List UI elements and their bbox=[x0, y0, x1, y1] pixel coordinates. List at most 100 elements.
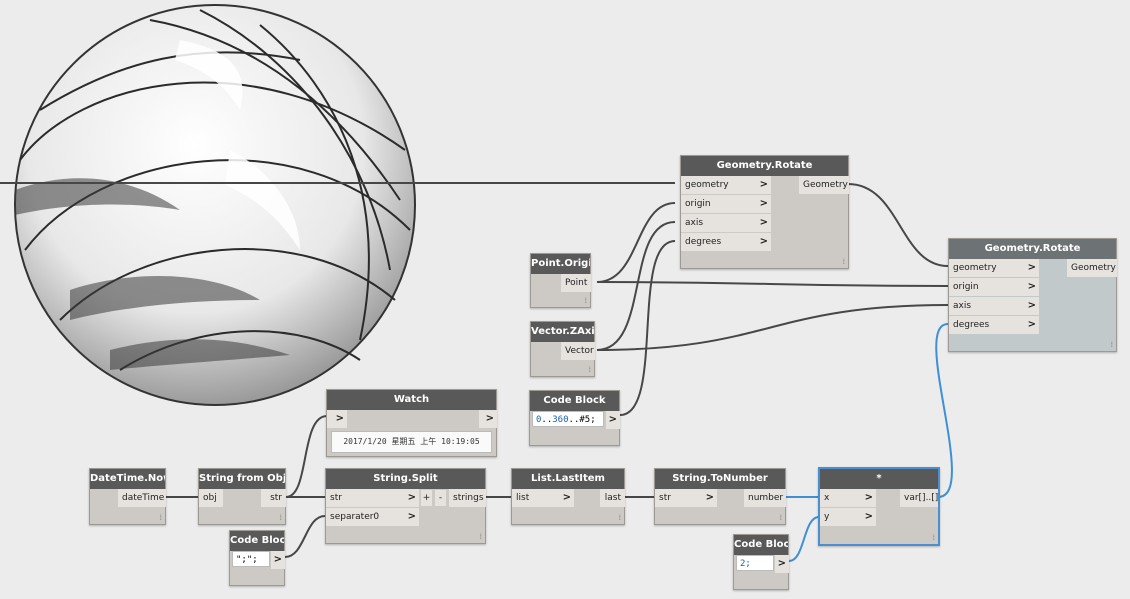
input-port[interactable]: > bbox=[327, 410, 347, 428]
add-input-button[interactable]: + bbox=[421, 490, 432, 506]
output-port-last[interactable]: last bbox=[600, 489, 625, 507]
chevron-right-icon: > bbox=[705, 492, 714, 503]
output-port[interactable]: > bbox=[479, 410, 497, 428]
chevron-right-icon: > bbox=[759, 198, 768, 209]
wire-code2-to-split[interactable] bbox=[284, 515, 326, 558]
input-port-degrees[interactable]: degrees > bbox=[681, 233, 771, 251]
node-title: Point.Origin bbox=[531, 254, 590, 274]
input-port-x[interactable]: x > bbox=[820, 489, 876, 507]
node-title: Code Block bbox=[734, 535, 788, 555]
resize-grip-icon[interactable]: ⁞ bbox=[1110, 340, 1113, 349]
output-port-geometry[interactable]: Geometry bbox=[1067, 259, 1117, 277]
wire-vector-to-rotate2-axis[interactable] bbox=[596, 304, 949, 351]
input-port-list[interactable]: list > bbox=[512, 489, 574, 507]
output-port[interactable]: > bbox=[271, 551, 285, 569]
output-port-str[interactable]: str bbox=[261, 489, 286, 507]
node-multiply[interactable]: * x > y > var[]..[] ⁞ bbox=[818, 467, 940, 546]
input-port-axis[interactable]: axis > bbox=[681, 214, 771, 232]
output-port-point[interactable]: Point bbox=[561, 274, 591, 292]
resize-grip-icon[interactable]: ⁞ bbox=[584, 296, 587, 305]
node-datetime-now[interactable]: DateTime.Now dateTime ⁞ bbox=[89, 468, 166, 525]
input-port-axis[interactable]: axis > bbox=[949, 297, 1039, 315]
input-port-separator[interactable]: separater0 > bbox=[326, 508, 419, 526]
code-editor[interactable]: 0..360..#5; bbox=[532, 411, 604, 427]
input-port-obj[interactable]: obj bbox=[199, 489, 223, 507]
chevron-right-icon: > bbox=[864, 492, 873, 503]
chevron-right-icon: > bbox=[407, 511, 416, 522]
resize-grip-icon[interactable]: ⁞ bbox=[279, 513, 282, 522]
node-vector-zaxis[interactable]: Vector.ZAxis Vector ⁞ bbox=[530, 321, 595, 377]
node-geometry-rotate-1[interactable]: Geometry.Rotate geometry > origin > axis > … bbox=[680, 155, 849, 269]
node-string-from-object[interactable]: String from Object obj str ⁞ bbox=[198, 468, 286, 525]
chevron-right-icon: > bbox=[864, 511, 873, 522]
chevron-right-icon: > bbox=[608, 414, 617, 425]
resize-grip-icon[interactable]: ⁞ bbox=[779, 513, 782, 522]
chevron-right-icon: > bbox=[759, 217, 768, 228]
output-port-datetime[interactable]: dateTime bbox=[118, 489, 166, 507]
resize-grip-icon[interactable]: ⁞ bbox=[618, 513, 621, 522]
node-title: Geometry.Rotate bbox=[949, 239, 1116, 259]
input-port-origin[interactable]: origin > bbox=[681, 195, 771, 213]
output-port-vector[interactable]: Vector bbox=[561, 342, 595, 360]
node-list-lastitem[interactable]: List.LastItem list > last ⁞ bbox=[511, 468, 625, 525]
node-watch[interactable]: Watch > > 2017/1/20 星期五 上午 10:19:05 bbox=[326, 389, 497, 457]
code-editor[interactable]: 2; bbox=[736, 555, 774, 571]
output-port-geometry[interactable]: Geometry bbox=[799, 176, 849, 194]
node-title: Watch bbox=[327, 390, 496, 410]
wire-vector-to-rotate1-axis[interactable] bbox=[596, 221, 676, 351]
node-title: String.ToNumber bbox=[655, 469, 785, 489]
node-title: Geometry.Rotate bbox=[681, 156, 848, 176]
node-title: Code Block bbox=[530, 391, 619, 411]
chevron-right-icon: > bbox=[777, 558, 786, 569]
wire-point-to-rotate2-origin[interactable] bbox=[596, 281, 949, 287]
chevron-right-icon: > bbox=[1027, 281, 1036, 292]
input-port-origin[interactable]: origin > bbox=[949, 278, 1039, 296]
chevron-right-icon: > bbox=[407, 492, 416, 503]
input-port-str[interactable]: str > bbox=[655, 489, 717, 507]
chevron-right-icon: > bbox=[759, 236, 768, 247]
input-port-geometry[interactable]: geometry > bbox=[949, 259, 1039, 277]
watch-value-display: 2017/1/20 星期五 上午 10:19:05 bbox=[331, 431, 492, 453]
chevron-right-icon: > bbox=[335, 413, 344, 424]
output-port[interactable]: > bbox=[606, 411, 620, 429]
resize-grip-icon[interactable]: ⁞ bbox=[479, 532, 482, 541]
chevron-right-icon: > bbox=[759, 179, 768, 190]
wire-point-to-rotate1-origin[interactable] bbox=[596, 202, 676, 283]
input-port-y[interactable]: y > bbox=[820, 508, 876, 526]
node-geometry-rotate-2[interactable]: Geometry.Rotate geometry > origin > axis > … bbox=[948, 238, 1117, 352]
code-editor[interactable]: ";"; bbox=[232, 551, 270, 567]
node-string-tonumber[interactable]: String.ToNumber str > number ⁞ bbox=[654, 468, 786, 525]
chevron-right-icon: > bbox=[1027, 319, 1036, 330]
resize-grip-icon[interactable]: ⁞ bbox=[159, 513, 162, 522]
node-title: * bbox=[820, 469, 938, 489]
wire-code3-to-multiply[interactable] bbox=[788, 516, 820, 562]
resize-grip-icon[interactable]: ⁞ bbox=[842, 257, 845, 266]
node-code-block-range[interactable]: Code Block 0..360..#5; > bbox=[529, 390, 620, 446]
node-string-split[interactable]: String.Split str > separater0 > + - string… bbox=[325, 468, 486, 544]
input-port-geometry[interactable]: geometry > bbox=[681, 176, 771, 194]
chevron-right-icon: > bbox=[1027, 300, 1036, 311]
node-title: String from Object bbox=[199, 469, 285, 489]
wire-string-to-watch[interactable] bbox=[285, 415, 328, 498]
output-port-var[interactable]: var[]..[] bbox=[900, 489, 938, 507]
chevron-right-icon: > bbox=[1027, 262, 1036, 273]
node-point-origin[interactable]: Point.Origin Point ⁞ bbox=[530, 253, 591, 308]
chevron-right-icon: > bbox=[562, 492, 571, 503]
chevron-right-icon: > bbox=[485, 413, 494, 424]
node-code-block-separator[interactable]: Code Block ";"; > bbox=[229, 530, 285, 586]
output-port-strings[interactable]: strings bbox=[449, 489, 486, 507]
input-port-str[interactable]: str > bbox=[326, 489, 419, 507]
output-port[interactable]: > bbox=[775, 555, 789, 573]
output-port-number[interactable]: number bbox=[744, 489, 786, 507]
node-title: DateTime.Now bbox=[90, 469, 165, 489]
node-code-block-number[interactable]: Code Block 2; > bbox=[733, 534, 789, 590]
node-title: List.LastItem bbox=[512, 469, 624, 489]
wire-rotate1-to-rotate2[interactable] bbox=[847, 183, 949, 267]
remove-input-button[interactable]: - bbox=[435, 490, 446, 506]
node-title: Code Block bbox=[230, 531, 284, 551]
chevron-right-icon: > bbox=[273, 554, 282, 565]
wire-code1-to-rotate1-degrees[interactable] bbox=[619, 240, 676, 416]
resize-grip-icon[interactable]: ⁞ bbox=[932, 533, 935, 542]
resize-grip-icon[interactable]: ⁞ bbox=[588, 365, 591, 374]
input-port-degrees[interactable]: degrees > bbox=[949, 316, 1039, 334]
